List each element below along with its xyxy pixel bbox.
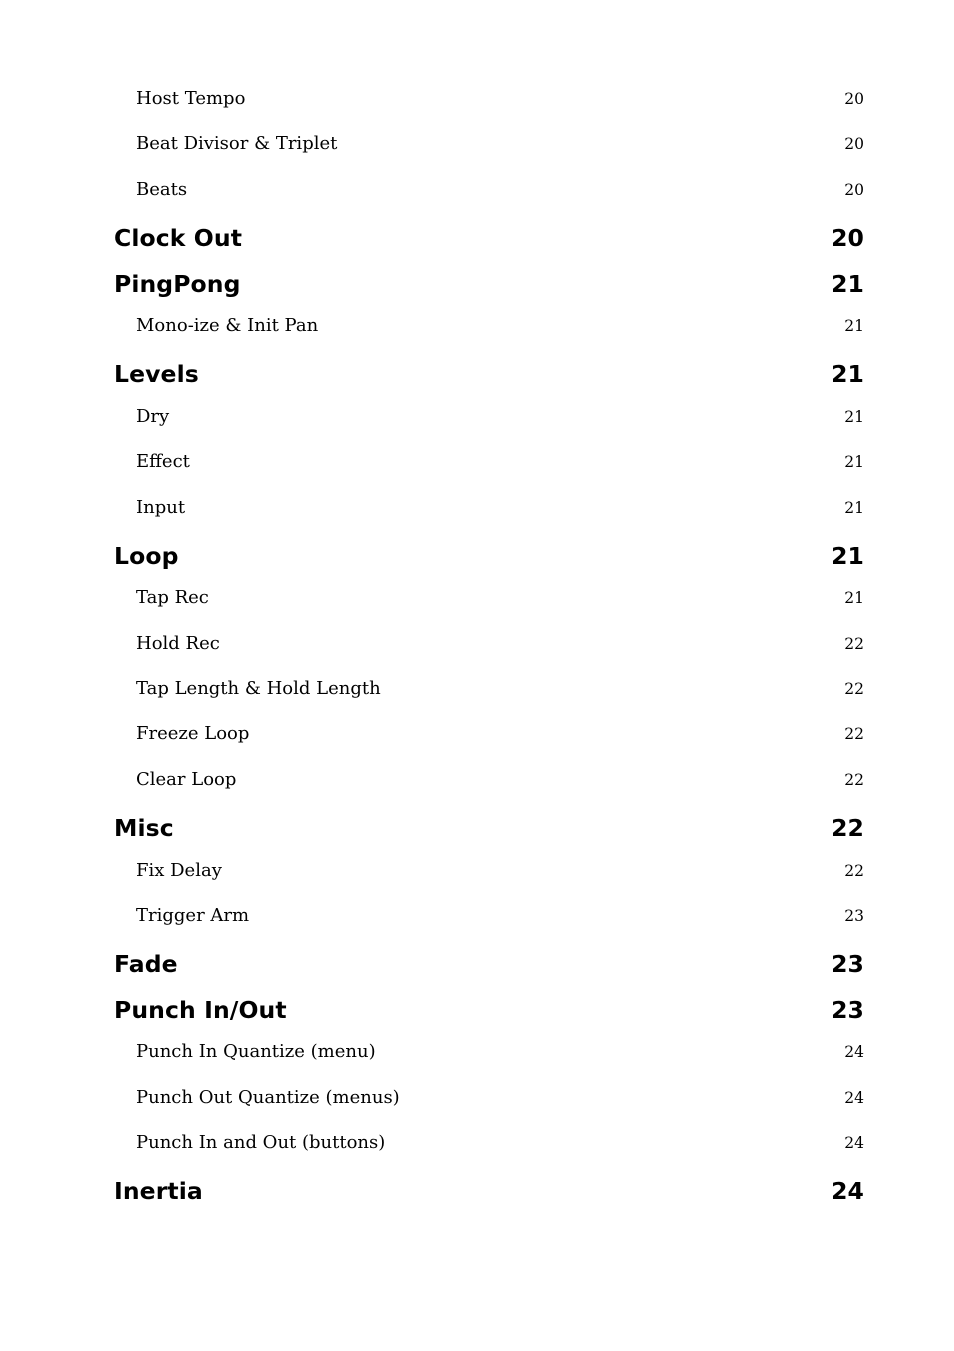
toc-page-number: 22 — [844, 770, 864, 789]
toc-subentry-row[interactable]: Effect 21 — [114, 451, 864, 496]
toc-page-number: 23 — [831, 995, 864, 1024]
toc-entry-label: Loop — [114, 541, 179, 570]
toc-page-number: 24 — [844, 1088, 864, 1107]
toc-page-number: 24 — [844, 1043, 864, 1062]
toc-subentry-row[interactable]: Punch Out Quantize (menus) 24 — [114, 1087, 864, 1132]
toc-entry-label: Host Tempo — [136, 88, 246, 109]
toc-page-number: 20 — [844, 135, 864, 154]
toc-entry-label: Tap Rec — [136, 587, 209, 609]
toc-entry-label: Fix Delay — [136, 859, 222, 881]
toc-page-number: 22 — [844, 680, 864, 699]
toc-entry-label: Misc — [114, 814, 174, 843]
toc-heading-row[interactable]: Punch In/Out 23 — [114, 996, 864, 1041]
toc-page-number: 22 — [831, 814, 864, 843]
toc-page-number: 20 — [844, 90, 864, 108]
toc-heading-row[interactable]: Levels 21 — [114, 360, 864, 405]
toc-heading-row[interactable]: Loop 21 — [114, 542, 864, 587]
toc-entry-label: Freeze Loop — [136, 723, 250, 745]
toc-entry-label: Effect — [136, 451, 190, 473]
toc-page-number: 21 — [844, 589, 864, 608]
document-page: Host Tempo 20 Beat Divisor & Triplet 20 Beat… — [0, 0, 954, 1351]
toc-page-number: 24 — [844, 1133, 864, 1152]
toc-page-number: 24 — [831, 1177, 864, 1206]
toc-heading-row[interactable]: PingPong 21 — [114, 270, 864, 315]
toc-subentry-row[interactable]: Punch In Quantize (menu) 24 — [114, 1041, 864, 1086]
toc-subentry-row[interactable]: Freeze Loop 22 — [114, 723, 864, 768]
toc-subentry-row[interactable]: Trigger Arm 23 — [114, 905, 864, 950]
toc-entry-label: Punch In and Out (buttons) — [136, 1131, 386, 1153]
toc-entry-label: Punch In/Out — [114, 995, 287, 1024]
toc-entry-label: Trigger Arm — [136, 905, 250, 927]
toc-page-number: 22 — [844, 861, 864, 880]
toc-entry-label: Hold Rec — [136, 632, 220, 654]
toc-page-number: 21 — [844, 453, 864, 472]
toc-page-number: 21 — [831, 269, 864, 298]
toc-entry-label: Clear Loop — [136, 768, 237, 790]
toc-subentry-row[interactable]: Tap Rec 21 — [114, 587, 864, 632]
toc-subentry-row[interactable]: Dry 21 — [114, 406, 864, 451]
toc-entry-label: Levels — [114, 360, 199, 389]
toc-page-number: 23 — [831, 950, 864, 979]
toc-entry-label: Tap Length & Hold Length — [136, 678, 381, 700]
toc-subentry-row[interactable]: Clear Loop 22 — [114, 769, 864, 814]
toc-page-number: 21 — [844, 316, 864, 335]
toc-entry-label: Dry — [136, 405, 170, 427]
toc-entry-label: Beats — [136, 178, 188, 200]
toc-entry-label: Clock Out — [114, 224, 243, 253]
toc-entry-label: PingPong — [114, 269, 241, 298]
toc-subentry-row[interactable]: Tap Length & Hold Length 22 — [114, 678, 864, 723]
toc-page-number: 23 — [844, 907, 864, 926]
toc-subentry-row[interactable]: Fix Delay 22 — [114, 860, 864, 905]
toc-page-number: 21 — [831, 541, 864, 570]
toc-subentry-row[interactable]: Host Tempo 20 — [114, 88, 864, 133]
toc-page-number: 22 — [844, 634, 864, 653]
toc-heading-row[interactable]: Clock Out 20 — [114, 224, 864, 269]
toc-subentry-row[interactable]: Input 21 — [114, 497, 864, 542]
toc-entry-label: Input — [136, 496, 186, 518]
toc-page-number: 20 — [844, 180, 864, 199]
toc-subentry-row[interactable]: Punch In and Out (buttons) 24 — [114, 1132, 864, 1177]
toc-entry-label: Fade — [114, 950, 178, 979]
toc-entry-label: Beat Divisor & Triplet — [136, 133, 338, 155]
toc-subentry-row[interactable]: Beats 20 — [114, 179, 864, 224]
toc-subentry-row[interactable]: Mono-ize & Init Pan 21 — [114, 315, 864, 360]
toc-heading-row[interactable]: Fade 23 — [114, 950, 864, 995]
toc-subentry-row[interactable]: Beat Divisor & Triplet 20 — [114, 133, 864, 178]
toc-page-number: 21 — [844, 407, 864, 426]
toc-entry-label: Inertia — [114, 1177, 203, 1206]
toc-entry-label: Mono-ize & Init Pan — [136, 314, 319, 336]
toc-page-number: 22 — [844, 725, 864, 744]
toc-entry-label: Punch In Quantize (menu) — [136, 1041, 376, 1063]
toc-subentry-row[interactable]: Hold Rec 22 — [114, 633, 864, 678]
toc-entry-label: Punch Out Quantize (menus) — [136, 1086, 400, 1108]
toc-page-number: 20 — [831, 224, 864, 253]
toc-page-number: 21 — [844, 498, 864, 517]
table-of-contents: Host Tempo 20 Beat Divisor & Triplet 20 Beat… — [114, 88, 864, 1223]
toc-page-number: 21 — [831, 360, 864, 389]
toc-heading-row[interactable]: Misc 22 — [114, 814, 864, 859]
toc-heading-row[interactable]: Inertia 24 — [114, 1177, 864, 1222]
